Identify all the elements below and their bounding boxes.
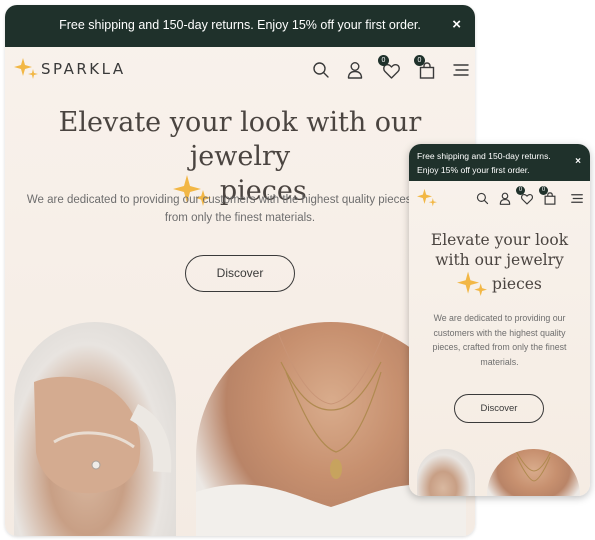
- mobile-preview: Free shipping and 150-day returns. Enjoy…: [409, 144, 590, 496]
- desktop-preview: Free shipping and 150-day returns. Enjoy…: [5, 5, 475, 536]
- menu-icon[interactable]: [453, 63, 469, 77]
- close-icon[interactable]: ×: [452, 16, 461, 33]
- cart-count-badge: 0: [539, 186, 548, 195]
- mobile-announcement-bar: Free shipping and 150-day returns. Enjoy…: [409, 144, 590, 181]
- announcement-bar: Free shipping and 150-day returns. Enjoy…: [5, 5, 475, 47]
- search-icon[interactable]: [312, 61, 330, 79]
- mobile-hero-description: We are dedicated to providing our custom…: [432, 313, 567, 367]
- account-icon[interactable]: [499, 192, 511, 205]
- mobile-hero-headline-end: pieces: [492, 275, 542, 293]
- mobile-necklace-photo: [487, 449, 580, 496]
- brand-name: SPARKLA: [41, 60, 126, 78]
- hero-headline-text: Elevate your look with our jewelry: [58, 107, 422, 172]
- wishlist-icon[interactable]: [521, 193, 533, 205]
- mobile-hero-headline-text: Elevate your look with our jewelry: [430, 231, 569, 269]
- mobile-hands-photo: [417, 449, 475, 496]
- hero-description: We are dedicated to providing our custom…: [26, 194, 454, 224]
- mobile-close-icon[interactable]: ×: [575, 156, 581, 167]
- account-icon[interactable]: [347, 61, 363, 79]
- wishlist-count-badge: 0: [378, 55, 389, 66]
- sparkle-logo-icon[interactable]: [417, 188, 437, 208]
- mobile-discover-button[interactable]: Discover: [454, 394, 544, 423]
- sparkle-icon: [457, 271, 488, 297]
- discover-button[interactable]: Discover: [185, 255, 295, 292]
- cart-count-badge: 0: [414, 55, 425, 66]
- mobile-announcement-text: Free shipping and 150-day returns. Enjoy…: [417, 151, 551, 175]
- logo[interactable]: SPARKLA: [14, 57, 126, 81]
- mobile-hero-headline: Elevate your look with our jewelry piece…: [417, 230, 582, 300]
- sparkle-logo-icon: [14, 58, 38, 79]
- menu-icon[interactable]: [571, 193, 583, 204]
- announcement-text: Free shipping and 150-day returns. Enjoy…: [59, 18, 421, 32]
- search-icon[interactable]: [476, 192, 489, 205]
- hands-with-rings-photo: [14, 322, 176, 536]
- wishlist-count-badge: 0: [516, 186, 525, 195]
